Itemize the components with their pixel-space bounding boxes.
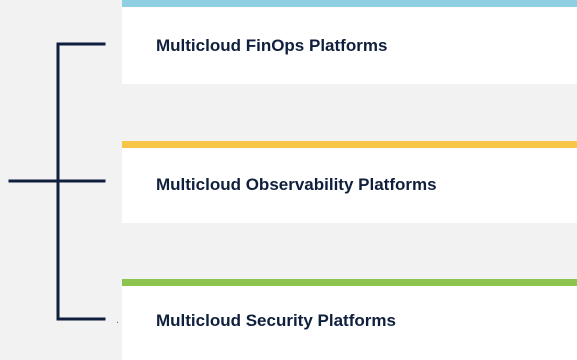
card-observability: Multicloud Observability Platforms [122,141,577,223]
card-accent-bar [122,0,577,7]
card-label: Multicloud FinOps Platforms [156,36,388,55]
card-accent-bar [122,141,577,148]
card-label: Multicloud Security Platforms [156,311,396,330]
card-finops: Multicloud FinOps Platforms [122,0,577,84]
card-security: Multicloud Security Platforms [122,279,577,360]
bracket-connector [8,42,106,321]
diagram-canvas: . Multicloud FinOps Platforms Multicloud… [0,0,577,360]
stray-mark: . [116,314,120,326]
card-accent-bar [122,279,577,286]
card-label: Multicloud Observability Platforms [156,175,437,194]
